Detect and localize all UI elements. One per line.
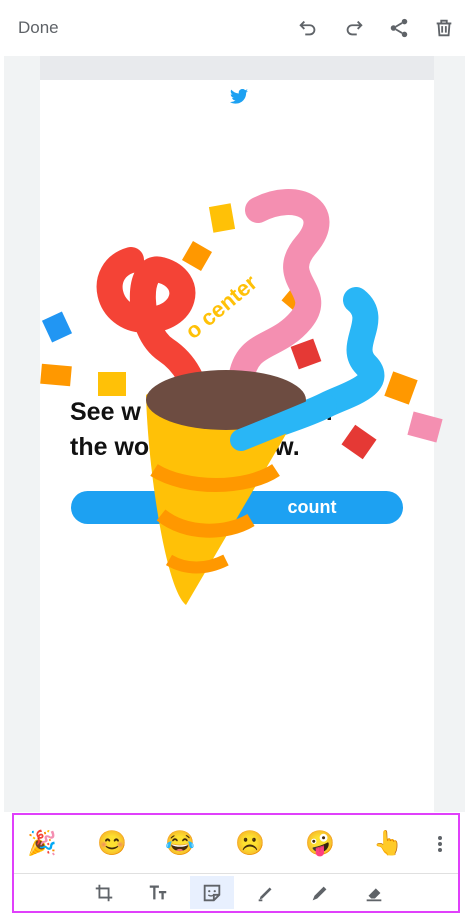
undo-icon[interactable] bbox=[294, 14, 322, 42]
done-button[interactable]: Done bbox=[18, 18, 59, 38]
redo-icon[interactable] bbox=[340, 14, 368, 42]
frowning-face-sticker-option[interactable]: ☹️ bbox=[234, 828, 266, 860]
sticker-row: 🎉 😊 😂 ☹️ 🤪 👆 bbox=[14, 815, 458, 873]
laughing-face-sticker-option[interactable]: 😂 bbox=[164, 828, 196, 860]
pointing-up-sticker-option[interactable]: 👆 bbox=[372, 828, 404, 860]
party-popper-sticker-option[interactable]: 🎉 bbox=[26, 828, 58, 860]
canvas-edge-left bbox=[0, 56, 4, 812]
screenshot-top-strip bbox=[40, 56, 434, 80]
tool-row bbox=[14, 874, 458, 911]
marker-icon[interactable] bbox=[298, 876, 342, 909]
pen-icon[interactable] bbox=[244, 876, 288, 909]
zany-face-sticker-option[interactable]: 🤪 bbox=[304, 828, 336, 860]
top-toolbar: Done bbox=[0, 0, 475, 56]
smiling-face-sticker-option[interactable]: 😊 bbox=[96, 828, 128, 860]
text-icon[interactable] bbox=[136, 876, 180, 909]
crop-icon[interactable] bbox=[82, 876, 126, 909]
party-popper-sticker[interactable]: o center bbox=[36, 170, 475, 630]
twitter-bird-icon bbox=[230, 88, 248, 104]
share-icon[interactable] bbox=[385, 14, 413, 42]
highlighter-icon[interactable] bbox=[352, 876, 396, 909]
sticker-icon[interactable] bbox=[190, 876, 234, 909]
more-options-icon[interactable] bbox=[432, 828, 448, 860]
editing-panel: 🎉 😊 😂 ☹️ 🤪 👆 bbox=[12, 813, 460, 913]
delete-icon[interactable] bbox=[430, 14, 458, 42]
